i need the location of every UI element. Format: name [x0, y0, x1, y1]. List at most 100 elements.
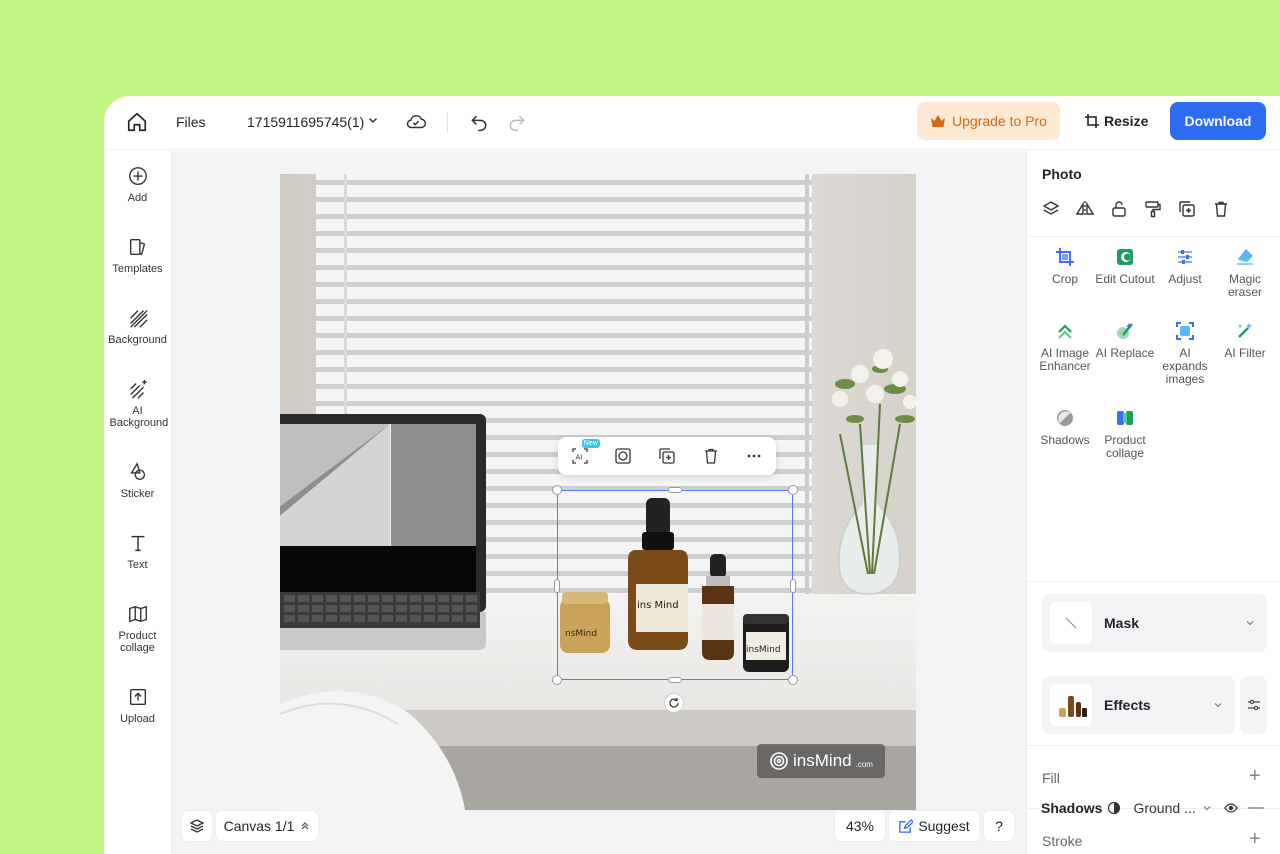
laptop-key [284, 605, 295, 612]
tool-label: AI Filter [1224, 346, 1266, 360]
tool-magic-eraser[interactable]: Magic eraser [1215, 247, 1275, 299]
canvas-label: Canvas 1/1 [223, 818, 295, 834]
tool-ai-image-enhancer[interactable]: AI Image Enhancer [1035, 321, 1095, 373]
redo-icon[interactable] [506, 111, 528, 133]
sidebar-item-text[interactable]: Text [104, 532, 171, 571]
zoom-level[interactable]: 43% [835, 811, 885, 841]
shadow-type-select[interactable]: Ground ... [1133, 800, 1195, 816]
tool-label: AI Replace [1095, 346, 1155, 360]
flip-icon[interactable] [1073, 197, 1097, 221]
tool-adjust[interactable]: Adjust [1155, 247, 1215, 286]
effects-card[interactable]: Effects [1042, 676, 1235, 734]
magic-eraser-icon [1237, 249, 1253, 265]
laptop-key [438, 615, 449, 622]
laptop-key [396, 605, 407, 612]
sidebar-item-sticker[interactable]: Sticker [104, 461, 171, 500]
lock-icon[interactable] [1107, 197, 1131, 221]
cloud-sync-icon[interactable] [404, 110, 428, 134]
tool-crop[interactable]: Crop [1035, 247, 1095, 286]
layers-icon[interactable] [182, 811, 212, 841]
resize-handle[interactable] [554, 579, 560, 593]
shadows-icon [1057, 410, 1073, 426]
mask-label: Mask [1104, 615, 1140, 631]
sidebar-item-background[interactable]: Background [104, 307, 171, 346]
resize-handle[interactable] [668, 677, 682, 683]
laptop-key [340, 615, 351, 622]
laptop-key [466, 615, 477, 622]
remove-background-icon[interactable] [607, 442, 639, 470]
more-icon[interactable] [738, 442, 770, 470]
layers-icon[interactable] [1039, 197, 1063, 221]
shadows-row: Shadows Ground ... — [1026, 796, 1280, 820]
delete-icon[interactable] [695, 442, 727, 470]
duplicate-icon[interactable] [1175, 197, 1199, 221]
laptop-key [368, 605, 379, 612]
laptop-key [438, 605, 449, 612]
sidebar-item-upload[interactable]: Upload [104, 686, 171, 725]
chevron-down-icon[interactable] [1202, 803, 1212, 813]
laptop-key [438, 595, 449, 602]
remove-shadow-icon[interactable]: — [1248, 799, 1264, 817]
laptop-key [312, 605, 323, 612]
upgrade-to-pro-button[interactable]: Upgrade to Pro [917, 102, 1060, 140]
delete-icon[interactable] [1209, 197, 1233, 221]
laptop-key [424, 615, 435, 622]
tool-ai-filter[interactable]: AI Filter [1215, 321, 1275, 360]
laptop-key [452, 595, 463, 602]
sidebar-item-templates[interactable]: Templates [104, 236, 171, 275]
tool-edit-cutout[interactable]: Edit Cutout [1095, 247, 1155, 286]
duplicate-icon[interactable] [651, 442, 683, 470]
mask-card[interactable]: Mask [1042, 594, 1267, 652]
download-button[interactable]: Download [1170, 102, 1266, 140]
plus-circle-icon [128, 167, 147, 185]
laptop-key [410, 605, 421, 612]
resize-handle[interactable] [788, 485, 798, 495]
adjust-icon [1178, 250, 1192, 264]
selection-box[interactable] [552, 485, 798, 685]
floating-toolbar: AI New [558, 437, 776, 475]
resize-handle[interactable] [788, 675, 798, 685]
effects-thumbnail [1050, 684, 1092, 726]
tool-ai-replace[interactable]: AI Replace [1095, 321, 1155, 360]
document-name[interactable]: 1715911695745(1) [247, 114, 364, 130]
sidebar-item-label: Sticker [120, 488, 155, 500]
add-stroke-icon[interactable]: + [1249, 828, 1261, 851]
blind-slat [316, 282, 812, 287]
chevron-down-icon[interactable] [366, 113, 380, 127]
panel-title: Photo [1042, 166, 1082, 182]
laptop-key [368, 615, 379, 622]
blind-slat [316, 299, 812, 304]
paint-format-icon[interactable] [1141, 197, 1165, 221]
suggest-button[interactable]: Suggest [889, 811, 979, 841]
files-menu[interactable]: Files [176, 114, 206, 130]
ai-tools-icon[interactable]: AI New [564, 439, 600, 470]
sidebar-item-label: Upload [120, 713, 155, 725]
blind-slat [316, 265, 812, 270]
laptop-key [368, 595, 379, 602]
visibility-eye-icon[interactable] [1224, 801, 1238, 815]
resize-handle[interactable] [552, 485, 562, 495]
edit-cutout-icon [1117, 249, 1133, 265]
help-button[interactable]: ? [984, 811, 1014, 841]
effects-settings-icon[interactable] [1240, 676, 1267, 734]
watermark-brand: insMind [793, 751, 852, 770]
add-fill-icon[interactable]: + [1249, 765, 1261, 788]
ai-replace-icon [1117, 323, 1133, 339]
canvas-selector[interactable]: Canvas 1/1 [216, 811, 318, 841]
sidebar-item-product-collage[interactable]: Product collage [104, 603, 171, 654]
resize-handle[interactable] [552, 675, 562, 685]
resize-button[interactable]: Resize [1084, 102, 1150, 140]
undo-icon[interactable] [468, 111, 490, 133]
rotate-icon[interactable] [664, 693, 684, 713]
sidebar-item-ai-background[interactable]: AI Background [104, 378, 171, 429]
resize-handle[interactable] [790, 579, 796, 593]
tool-ai-expands-images[interactable]: AI expands images [1155, 321, 1215, 386]
home-icon[interactable] [124, 109, 150, 135]
tool-product-collage[interactable]: Product collage [1095, 408, 1155, 460]
laptop-key [424, 605, 435, 612]
blind-slat [316, 401, 812, 406]
tool-shadows[interactable]: Shadows [1035, 408, 1095, 447]
crown-icon [931, 115, 946, 127]
resize-handle[interactable] [668, 487, 682, 493]
sidebar-item-add[interactable]: Add [104, 165, 171, 204]
